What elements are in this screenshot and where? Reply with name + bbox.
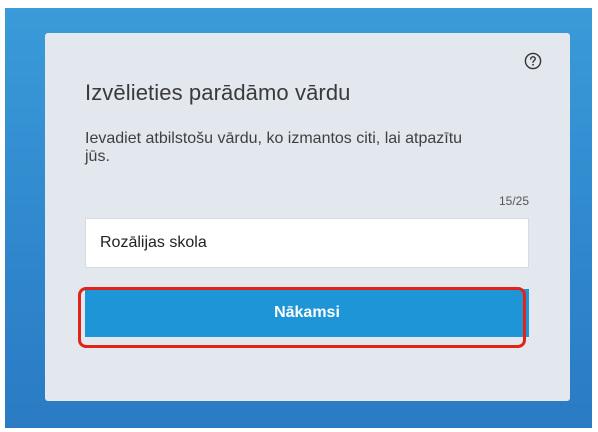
dialog-title: Izvēlieties parādāmo vārdu: [85, 80, 351, 105]
dialog-description: Ievadiet atbilstošu vārdu, ko izmantos c…: [85, 130, 463, 165]
next-button[interactable]: Nākamsi: [85, 289, 529, 337]
character-counter: 15/25: [498, 194, 529, 208]
display-name-input[interactable]: [85, 218, 529, 268]
display-name-dialog: Izvēlieties parādāmo vārdu Ievadiet atbi…: [45, 33, 570, 401]
help-icon[interactable]: [524, 52, 542, 70]
